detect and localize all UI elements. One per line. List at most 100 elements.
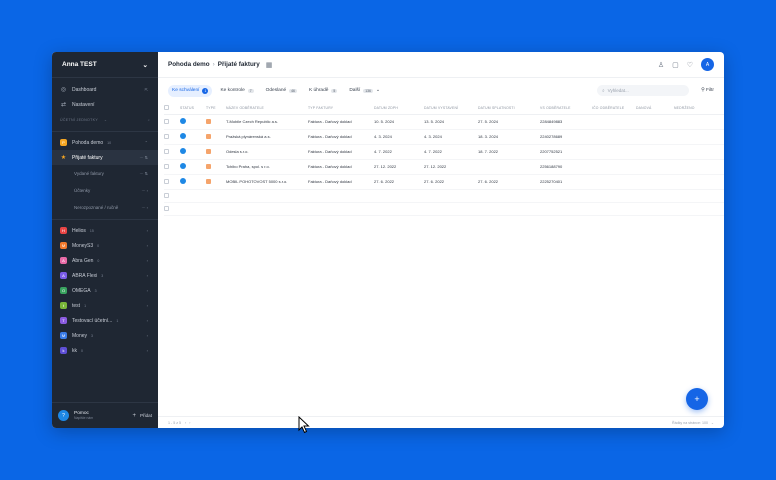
sidebar-unit-money[interactable]: M Money 3 › — [52, 328, 158, 343]
row-checkbox[interactable] — [164, 163, 169, 169]
divider — [52, 219, 158, 220]
more-icon[interactable]: ⋯ ⇅ — [140, 155, 148, 160]
breadcrumb-parent[interactable]: Pohoda demo — [168, 61, 210, 68]
filter-button[interactable]: ⚲ Filtr — [701, 88, 714, 93]
checkbox[interactable] — [164, 105, 169, 111]
sidebar-unit-abra-flexi[interactable]: A ABRA Flexi 3 › — [52, 268, 158, 283]
filter-count: 7 — [247, 88, 254, 93]
top-icons: ♙ ▢ ♡ A — [658, 58, 714, 71]
filter-k-uhrade[interactable]: K úhradě 5 — [305, 85, 341, 96]
row-checkbox[interactable] — [164, 192, 169, 198]
column-header[interactable]: IČO ODBĚRATELE — [592, 103, 636, 115]
plus-icon[interactable]: + — [132, 413, 136, 419]
unit-count: 3 — [101, 273, 104, 278]
account-switcher[interactable]: Anna TEST ⌄ — [52, 52, 158, 78]
user-icon[interactable]: ♙ — [658, 61, 664, 69]
column-header[interactable]: TYPE — [206, 103, 226, 115]
calendar-icon[interactable]: ▦ — [266, 61, 273, 69]
row-checkbox[interactable] — [164, 133, 169, 139]
sidebar-item-settings[interactable]: ⇄ Nastavení — [52, 97, 158, 112]
sidebar-item-dashboard[interactable]: ◎ Dashboard ⇱ — [52, 82, 158, 97]
sidebar-unit-moneys3[interactable]: M MoneyS3 0 › — [52, 238, 158, 253]
sidebar-subitem-prijate-faktury[interactable]: ★ Přijaté faktury ⋯ ⇅ — [52, 150, 158, 165]
subitem-label: Účtenky — [74, 188, 91, 193]
unit-count: 3 — [94, 288, 97, 293]
avatar[interactable]: A — [701, 58, 714, 71]
unit-badge: A — [60, 257, 67, 264]
chevron-right-icon: › — [146, 243, 148, 248]
filter-label: Ke schválení — [172, 88, 200, 93]
chevron-down-icon[interactable]: ⌄ — [104, 118, 107, 122]
chat-icon[interactable]: ▢ — [672, 61, 679, 69]
column-header[interactable]: TYP FAKTURY — [308, 103, 374, 115]
add-button[interactable]: Přidat — [140, 413, 152, 418]
column-header[interactable]: DANOVÁ — [636, 103, 674, 115]
app-window: Anna TEST ⌄ ◎ Dashboard ⇱ ⇄ Nastavení ÚČ… — [52, 52, 724, 428]
chevron-right-icon[interactable]: › — [189, 421, 190, 425]
table-row[interactable]: MOBIL POHOTOVOST 5000 s.r.o. Faktura - D… — [164, 174, 724, 190]
sidebar-unit-helios[interactable]: H Helios 15 › — [52, 223, 158, 238]
table-row[interactable]: T-Mobile Czech Republic a.s. Faktura - D… — [164, 114, 724, 130]
sidebar-unit-testovaci[interactable]: T Testovací účetní... 1 › — [52, 313, 158, 328]
column-header[interactable]: STATUS — [180, 103, 206, 115]
unit-badge: t — [60, 302, 67, 309]
help-text[interactable]: Pomoc Napište nám — [74, 411, 93, 421]
empty-row — [164, 189, 724, 203]
row-checkbox[interactable] — [164, 205, 169, 211]
date-issued: 13. 5. 2024 — [424, 114, 478, 130]
filter-dalsi[interactable]: Další 136 ⌄ — [345, 85, 384, 96]
column-header[interactable]: DATUM SPLATNOSTI — [478, 103, 540, 115]
column-header[interactable]: NEDRŽENO — [674, 103, 724, 115]
column-header[interactable]: VS ODBĚRATELE — [540, 103, 592, 115]
row-checkbox[interactable] — [164, 118, 169, 124]
search-icon[interactable]: ⌕ — [148, 118, 150, 122]
account-name: Anna TEST — [62, 61, 97, 68]
row-checkbox[interactable] — [164, 178, 169, 184]
row-checkbox[interactable] — [164, 148, 169, 154]
column-header[interactable]: DATUM ZDPH — [374, 103, 424, 115]
rows-per-page[interactable]: Řádky na stránce: 100 — [672, 421, 708, 425]
notification-icon[interactable]: ♡ — [687, 61, 693, 69]
filter-label: Další — [349, 88, 361, 93]
search-input[interactable]: ⌕ Vyhledat... — [597, 85, 690, 96]
empty-row — [164, 202, 724, 216]
chevron-left-icon[interactable]: ‹ — [185, 421, 186, 425]
column-header[interactable]: NÁZEV ODBĚRATELE — [226, 103, 308, 115]
supplier-name: MOBIL POHOTOVOST 5000 s.r.o. — [226, 174, 308, 190]
status-icon — [180, 133, 186, 139]
sidebar-unit-pohoda-demo[interactable]: P Pohoda demo 10 ⌃ — [52, 135, 158, 150]
column-header[interactable]: DATUM VYSTAVENÍ — [424, 103, 478, 115]
chevron-right-icon: › — [146, 273, 148, 278]
supplier-name: Pražská plynárenská a.s. — [226, 129, 308, 145]
chevron-down-icon[interactable]: ⌄ — [711, 421, 714, 425]
filter-ke-schvaleni[interactable]: Ke schválení 1 — [168, 84, 213, 97]
sidebar-footer: ? Pomoc Napište nám + Přidat — [52, 402, 158, 428]
select-all-checkbox[interactable] — [164, 103, 180, 115]
sidebar-subitem-nerozpoznane[interactable]: Nerozpoznané / ručně ⋯ › — [52, 199, 158, 216]
invoice-table: STATUS TYPE NÁZEV ODBĚRATELE TYP FAKTURY… — [164, 103, 724, 216]
sidebar-unit-omega[interactable]: O OMEGA 3 › — [52, 283, 158, 298]
more-icon[interactable]: ⋯ › — [142, 205, 148, 210]
unit-count: 1 — [116, 318, 119, 323]
more-icon[interactable]: ⋯ ⇅ — [140, 171, 148, 176]
more-icon[interactable]: ⋯ › — [142, 188, 148, 193]
sidebar-unit-abra-gen[interactable]: A Abra Gen 0 › — [52, 253, 158, 268]
filter-odeslane[interactable]: Odeslané 46 — [262, 85, 301, 96]
document-type-icon — [206, 148, 211, 154]
variable-symbol: 2207752521 — [540, 144, 592, 160]
help-icon[interactable]: ? — [58, 410, 69, 421]
sidebar-unit-test[interactable]: t test 1 › — [52, 298, 158, 313]
table-row[interactable]: Odesla s.r.o. Faktura - Daňový doklad 4.… — [164, 144, 724, 160]
sidebar-subitem-uctenky[interactable]: Účtenky ⋯ › — [52, 182, 158, 199]
chevron-right-icon: › — [146, 348, 148, 353]
filter-ke-kontrole[interactable]: Ke kontrole 7 — [216, 85, 257, 96]
filter-label: Ke kontrole — [220, 88, 245, 93]
table-row[interactable]: Pražská plynárenská a.s. Faktura - Daňov… — [164, 129, 724, 145]
add-invoice-button[interactable]: + — [686, 388, 708, 410]
sidebar-subitem-vydane-faktury[interactable]: Vydané faktury ⋯ ⇅ — [52, 165, 158, 182]
unit-label: test — [72, 302, 81, 309]
invoice-type: Faktura - Daňový doklad — [308, 129, 374, 145]
sidebar-unit-kk[interactable]: k kk 0 › — [52, 343, 158, 358]
table-row[interactable]: Tchibo Praha, spol. s r.o. Faktura - Daň… — [164, 159, 724, 175]
unit-count: 0 — [97, 258, 100, 263]
